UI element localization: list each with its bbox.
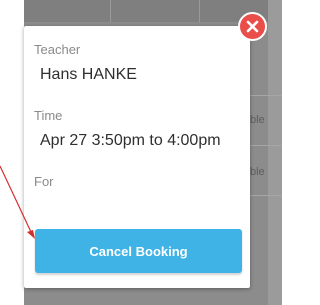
background-row-divider — [250, 195, 282, 196]
header-divider — [199, 0, 200, 22]
close-modal-button[interactable] — [238, 12, 267, 41]
background-row-divider — [250, 145, 282, 146]
background-row-text: ble — [250, 166, 265, 178]
background-row-divider — [250, 95, 282, 96]
cancel-booking-button[interactable]: Cancel Booking — [35, 229, 242, 273]
close-icon — [246, 20, 259, 33]
background-scroll-strip — [268, 0, 282, 305]
arrow-icon — [0, 165, 35, 239]
background-row-text: ble — [250, 114, 265, 126]
header-divider — [110, 0, 111, 22]
time-value: Apr 27 3:50pm to 4:00pm — [40, 132, 221, 149]
